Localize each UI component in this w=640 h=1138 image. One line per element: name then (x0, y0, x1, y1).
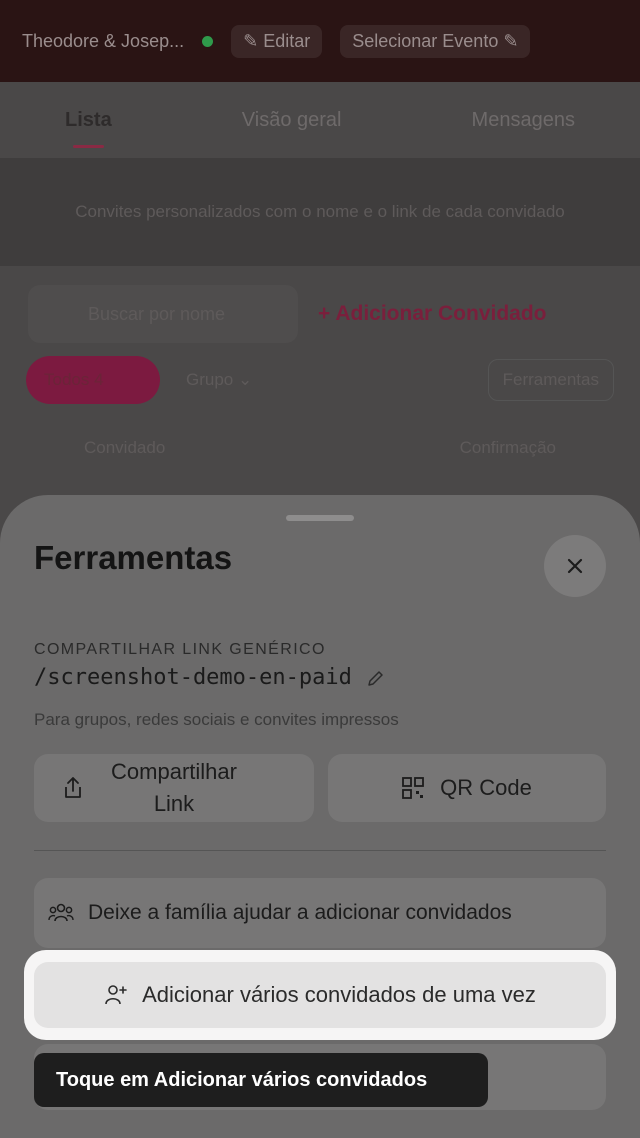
status-dot (202, 35, 214, 47)
qr-code-label: QR Code (440, 775, 532, 800)
sheet-title: Ferramentas (34, 539, 233, 576)
table-header: Convidado Confirmação (0, 438, 640, 458)
share-link-label: Compartilhar Link (111, 759, 237, 816)
edit-label: Editar (263, 30, 311, 51)
close-icon (567, 558, 583, 574)
search-input[interactable]: Buscar por nome (28, 285, 298, 343)
close-button[interactable] (544, 535, 606, 597)
add-guest-button[interactable]: + Adicionar Convidado (318, 302, 547, 326)
family-help-label: Deixe a família ajudar a adicionar convi… (88, 901, 512, 924)
filter-all-chip[interactable]: Todos 4 (26, 356, 160, 404)
event-header: Theodore & Josep... ✎ Editar Selecionar … (0, 0, 640, 82)
pencil-icon[interactable] (366, 668, 386, 688)
col-guest: Convidado (84, 438, 166, 457)
link-description: Para grupos, redes sociais e convites im… (34, 710, 399, 729)
select-event-button[interactable]: Selecionar Evento ✎ (340, 24, 531, 58)
divider (34, 850, 606, 851)
tooltip-text: Toque em Adicionar vários convidados (56, 1068, 428, 1091)
tab-visao-geral[interactable]: Visão geral (242, 109, 342, 132)
qr-code-icon (402, 777, 425, 799)
share-link-button[interactable]: Compartilhar Link (34, 754, 314, 822)
tab-mensagens[interactable]: Mensagens (472, 109, 575, 132)
edit-button[interactable]: ✎ Editar (231, 24, 323, 58)
tab-bar: Lista Visão geral Mensagens (0, 82, 640, 158)
family-help-button[interactable]: Deixe a família ajudar a adicionar convi… (34, 878, 606, 948)
group-label: Grupo (186, 370, 234, 389)
banner-text: Convites personalizados com o nome e o l… (75, 202, 565, 222)
tools-button[interactable]: Ferramentas (487, 359, 614, 401)
filter-row: Todos 4 Grupo ⌄ Ferramentas (0, 356, 640, 404)
share-icon (65, 777, 81, 798)
qr-code-button[interactable]: QR Code (328, 754, 606, 822)
sheet-drag-handle[interactable] (286, 515, 354, 521)
add-guest-label: Adicionar Convidado (335, 302, 547, 325)
tools-label: Ferramentas (502, 370, 599, 389)
group-dropdown[interactable]: Grupo ⌄ (186, 370, 252, 390)
couple-name: Theodore & Josep... (22, 30, 185, 51)
add-multiple-label: Adicionar vários convidados de uma vez (142, 982, 536, 1007)
generic-link-row: /screenshot-demo-en-paid (34, 665, 386, 690)
generic-link-text: /screenshot-demo-en-paid (34, 665, 352, 690)
info-banner: Convites personalizados com o nome e o l… (0, 158, 640, 266)
section-label: COMPARTILHAR LINK GENÉRICO (34, 641, 326, 658)
select-event-label: Selecionar Evento (352, 30, 499, 51)
group-icon (48, 903, 74, 922)
tab-lista[interactable]: Lista (65, 109, 112, 148)
search-row: Buscar por nome + Adicionar Convidado (0, 266, 640, 362)
col-confirm: Confirmação (459, 438, 556, 457)
tools-bottom-sheet: Ferramentas COMPARTILHAR LINK GENÉRICO /… (0, 495, 640, 1138)
add-user-icon (105, 985, 127, 1005)
add-multiple-guests-button[interactable]: Adicionar vários convidados de uma vez (34, 962, 606, 1028)
search-placeholder: Buscar por nome (88, 303, 226, 324)
tutorial-tooltip: Toque em Adicionar vários convidados (34, 1053, 488, 1107)
